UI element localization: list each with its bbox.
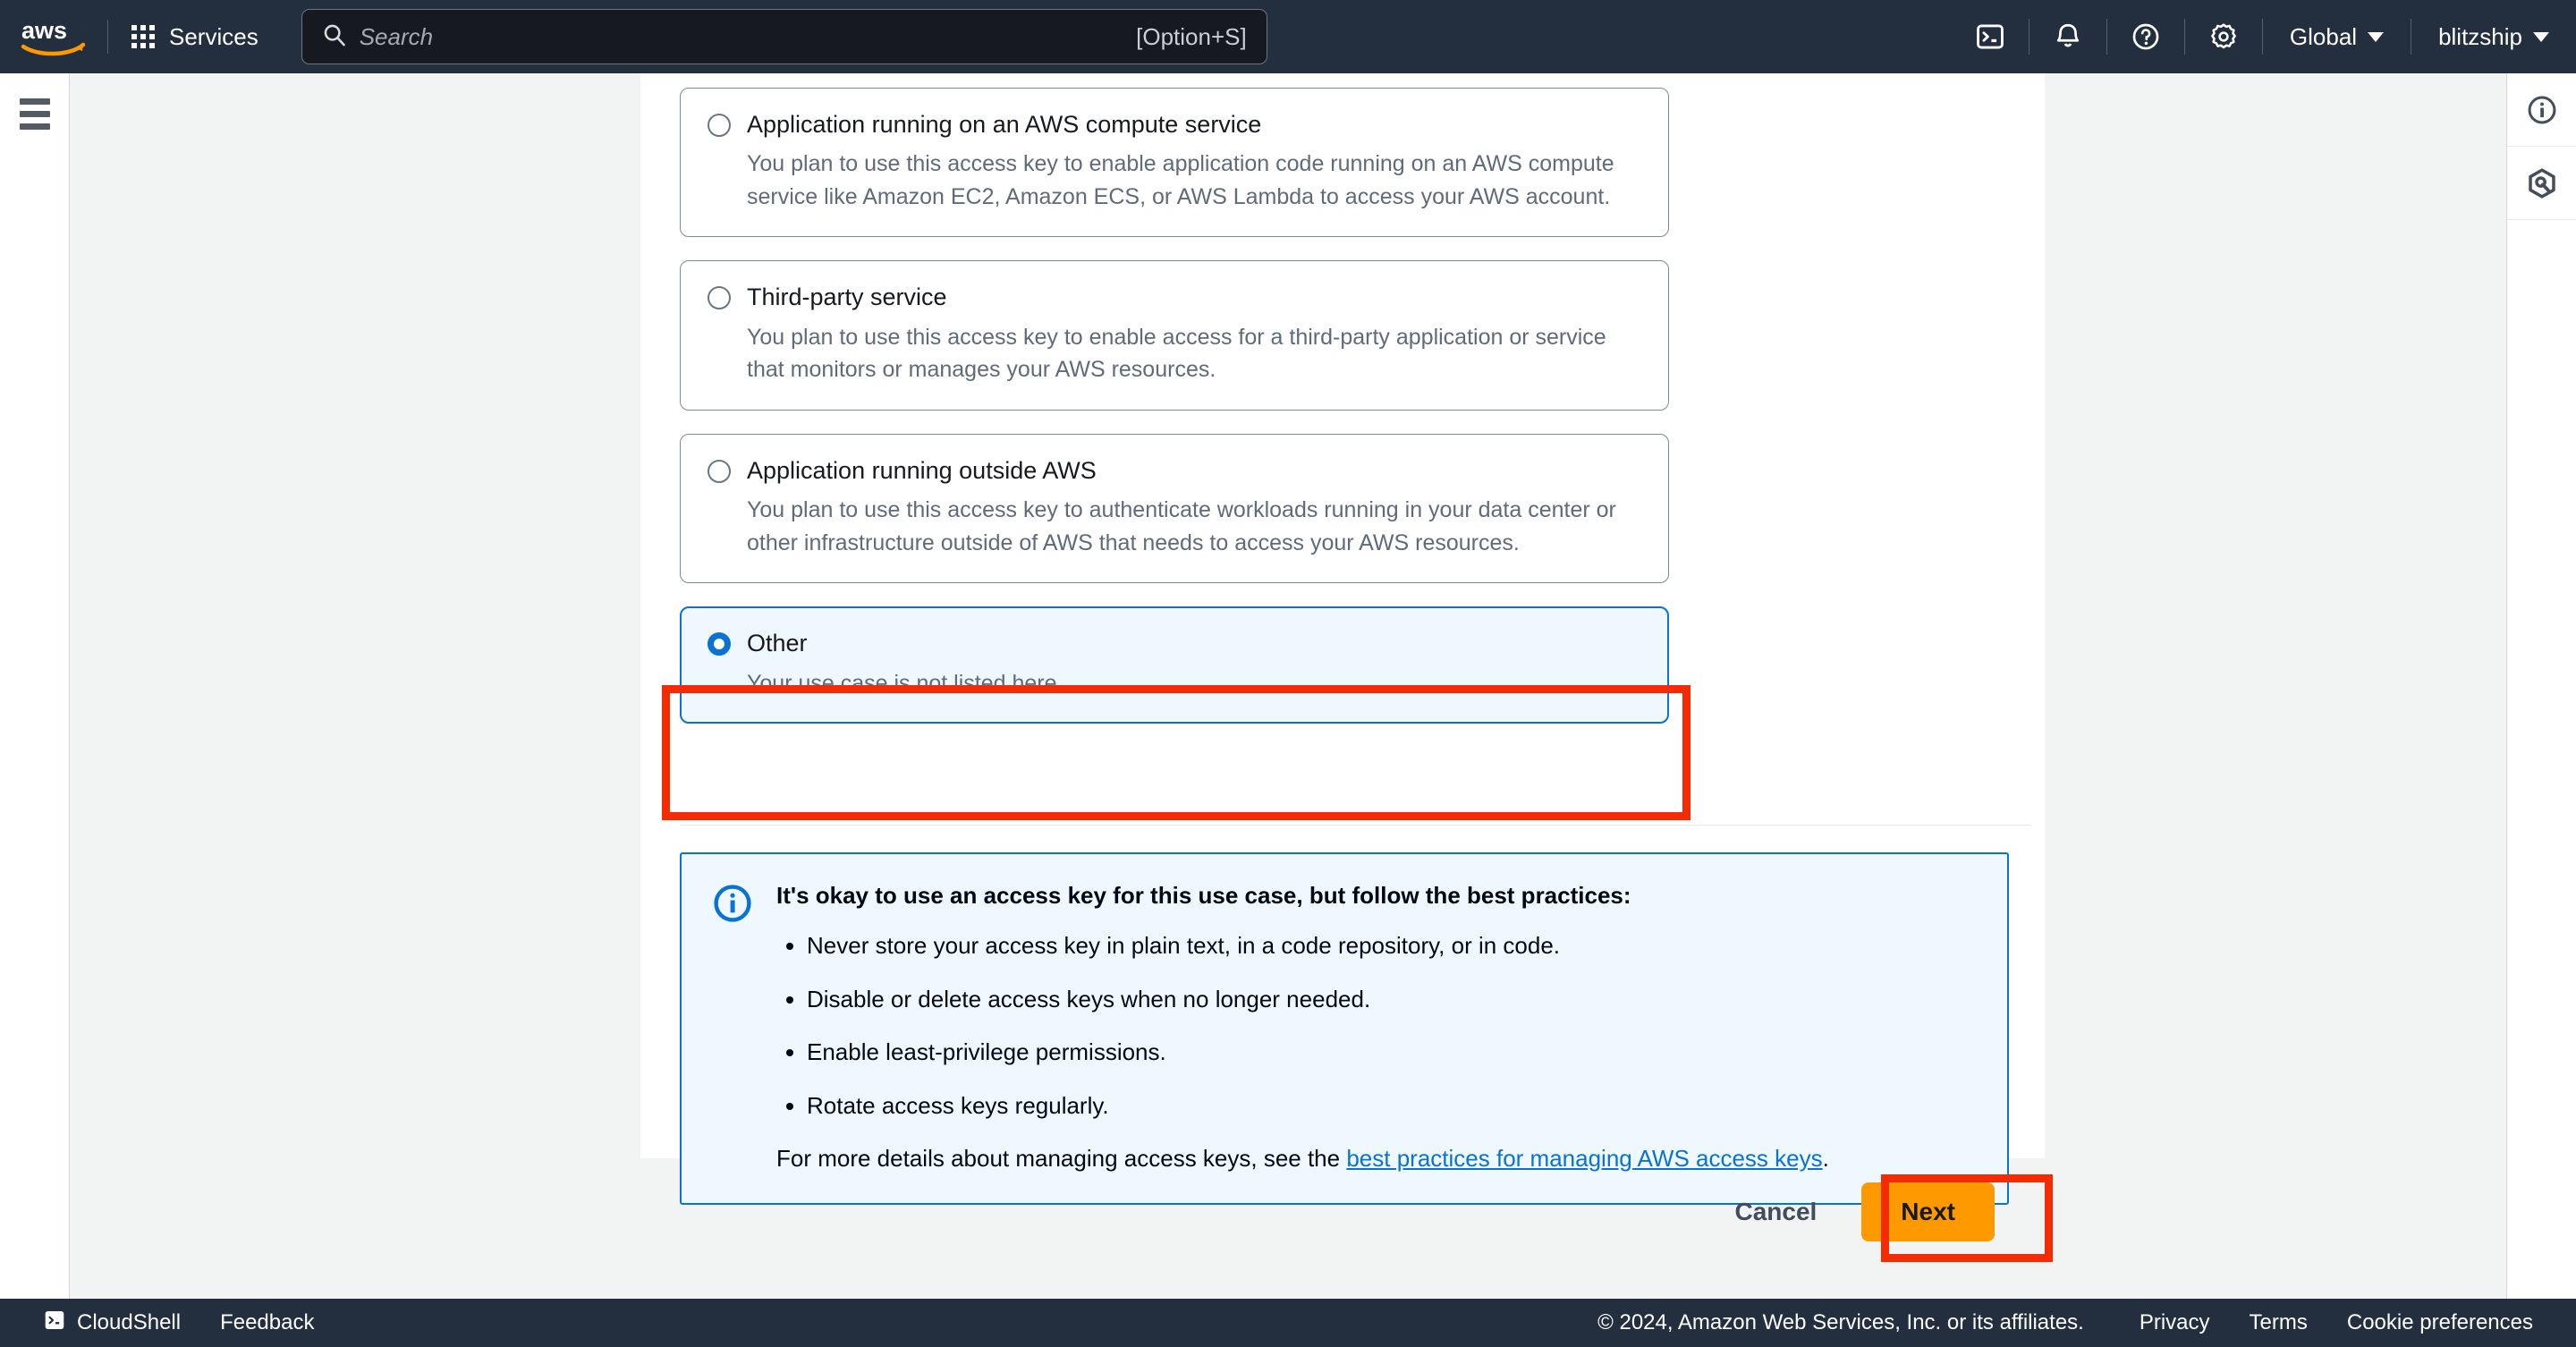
cloudshell-icon	[43, 1309, 66, 1338]
region-selector[interactable]: Global	[2263, 0, 2411, 73]
services-menu-button[interactable]: Services	[108, 0, 282, 73]
radio-button[interactable]	[708, 114, 731, 137]
footer-cloudshell-button[interactable]: CloudShell	[23, 1299, 200, 1347]
option-title: Third-party service	[747, 284, 947, 311]
option-title: Application running on an AWS compute se…	[747, 111, 1262, 138]
chevron-down-icon	[2368, 31, 2385, 42]
option-card-other[interactable]: Other Your use case is not listed here.	[680, 606, 1669, 724]
footer-left-group: CloudShell Feedback	[23, 1299, 334, 1347]
page-body: Application running on an AWS compute se…	[70, 41, 2506, 1320]
amazon-q-icon[interactable]	[2507, 147, 2576, 220]
services-label: Services	[169, 22, 258, 50]
radio-button[interactable]	[708, 286, 731, 310]
best-practices-list: Never store your access key in plain tex…	[807, 931, 1829, 1122]
best-practices-info-alert: It's okay to use an access key for this …	[680, 852, 2009, 1205]
list-item: Enable least-privilege permissions.	[807, 1038, 1829, 1068]
list-item: Never store your access key in plain tex…	[807, 931, 1829, 962]
use-case-option-list: Application running on an AWS compute se…	[680, 41, 1669, 747]
footer-feedback-button[interactable]: Feedback	[200, 1299, 334, 1347]
cancel-button[interactable]: Cancel	[1709, 1183, 1842, 1241]
notifications-bell-icon[interactable]	[2029, 0, 2106, 73]
region-label: Global	[2289, 22, 2358, 50]
footer-link-terms[interactable]: Terms	[2230, 1299, 2327, 1347]
search-input[interactable]: Search	[360, 23, 1136, 51]
next-button[interactable]: Next	[1861, 1182, 1995, 1241]
account-label: blitzship	[2438, 22, 2522, 50]
search-icon	[322, 22, 347, 52]
help-question-icon[interactable]	[2107, 0, 2184, 73]
alert-body: It's okay to use an access key for this …	[776, 881, 1829, 1173]
list-item: Rotate access keys regularly.	[807, 1091, 1829, 1122]
info-circle-icon	[712, 883, 753, 1173]
hamburger-menu-icon[interactable]	[19, 98, 50, 130]
global-search-box[interactable]: Search [Option+S]	[301, 9, 1267, 64]
footer-cloudshell-label: CloudShell	[77, 1310, 182, 1334]
option-title: Other	[747, 630, 808, 657]
grid-menu-icon	[131, 25, 155, 48]
option-card-outside-aws[interactable]: Application running outside AWS You plan…	[680, 433, 1669, 584]
nav-right-group: Global blitzship	[1952, 0, 2576, 73]
footer-copyright: © 2024, Amazon Web Services, Inc. or its…	[1597, 1310, 2084, 1334]
info-panel-icon[interactable]	[2507, 73, 2576, 147]
option-description: You plan to use this access key to enabl…	[747, 151, 1614, 209]
footer-feedback-label: Feedback	[220, 1310, 315, 1334]
list-item: Disable or delete access keys when no lo…	[807, 985, 1829, 1015]
left-navigation-rail	[0, 73, 70, 1320]
footer-link-cookie-preferences[interactable]: Cookie preferences	[2327, 1299, 2553, 1347]
right-side-rail	[2506, 73, 2576, 1320]
chevron-down-icon	[2533, 31, 2549, 42]
option-title: Application running outside AWS	[747, 456, 1097, 484]
alert-title: It's okay to use an access key for this …	[776, 882, 1631, 909]
footer-link-privacy[interactable]: Privacy	[2120, 1299, 2230, 1347]
radio-button-selected[interactable]	[708, 632, 731, 657]
content-panel: Application running on an AWS compute se…	[640, 41, 2045, 1205]
svg-text:aws: aws	[21, 17, 67, 44]
footer-right-group: © 2024, Amazon Web Services, Inc. or its…	[1597, 1299, 2553, 1347]
option-description: Your use case is not listed here.	[747, 670, 1063, 696]
search-shortcut-hint: [Option+S]	[1136, 22, 1247, 50]
account-menu[interactable]: blitzship	[2411, 0, 2576, 73]
aws-logo[interactable]: aws	[0, 0, 107, 73]
settings-gear-icon[interactable]	[2185, 0, 2262, 73]
option-card-third-party[interactable]: Third-party service You plan to use this…	[680, 260, 1669, 411]
top-navigation-bar: aws Services Search [Option+S] Global bl…	[0, 0, 2576, 73]
wizard-action-bar: Cancel Next	[640, 1158, 2045, 1266]
radio-button[interactable]	[708, 459, 731, 483]
option-description: You plan to use this access key to authe…	[747, 497, 1616, 555]
cloudshell-icon[interactable]	[1952, 0, 2029, 73]
section-divider	[680, 825, 2030, 826]
page-footer: CloudShell Feedback © 2024, Amazon Web S…	[0, 1299, 2576, 1347]
option-card-aws-compute[interactable]: Application running on an AWS compute se…	[680, 88, 1669, 238]
option-description: You plan to use this access key to enabl…	[747, 324, 1606, 383]
